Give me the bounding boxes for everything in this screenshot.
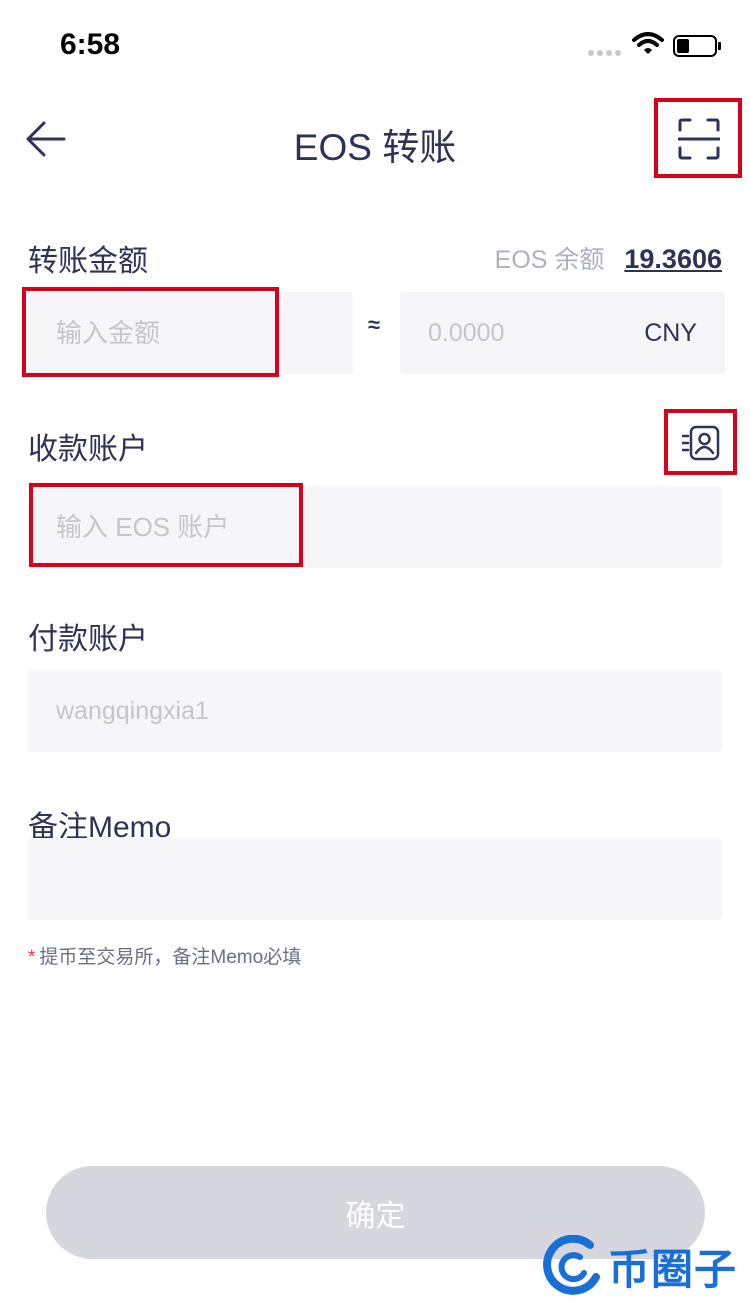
cny-field: 0.0000 CNY (400, 292, 725, 374)
pay-account-field: wangqingxia1 (28, 670, 722, 752)
page-title: EOS 转账 (293, 127, 457, 168)
memo-input[interactable] (56, 838, 696, 920)
cellular-signal-icon (588, 50, 621, 56)
watermark-text: 币圈子 (608, 1245, 738, 1293)
wifi-icon (632, 32, 664, 54)
watermark-logo-icon (543, 1235, 600, 1295)
balance-value[interactable]: 19.3606 (624, 244, 722, 275)
status-time: 6:58 (60, 28, 121, 61)
approx-symbol: ≈ (368, 312, 381, 337)
pay-account-label: 付款账户 (28, 623, 148, 656)
contacts-button[interactable] (664, 409, 737, 475)
battery-icon (673, 35, 721, 57)
scan-qr-icon (678, 118, 720, 160)
memo-field (28, 838, 722, 920)
amount-field (28, 292, 353, 374)
required-asterisk: * (28, 947, 36, 968)
currency-code: CNY (644, 318, 697, 347)
receive-account-label: 收款账户 (28, 433, 148, 466)
watermark: 币圈子 (540, 1222, 750, 1310)
address-book-icon (682, 425, 720, 461)
cny-value: 0.0000 (428, 318, 505, 347)
nav-bar: EOS 转账 (0, 95, 750, 185)
receive-account-field (28, 486, 722, 568)
balance-label: EOS 余额 (494, 246, 605, 274)
amount-label: 转账金额 (28, 245, 148, 278)
pay-account-value: wangqingxia1 (56, 696, 209, 725)
amount-input[interactable] (56, 292, 346, 374)
eos-balance: EOS 余额 19.3606 (495, 240, 722, 276)
receive-account-input[interactable] (56, 486, 696, 568)
memo-note: * 提币至交易所，备注Memo必填 (28, 942, 301, 969)
status-bar: 6:58 (0, 0, 750, 90)
scan-button[interactable] (654, 98, 742, 178)
memo-note-text: 提币至交易所，备注Memo必填 (39, 947, 302, 968)
